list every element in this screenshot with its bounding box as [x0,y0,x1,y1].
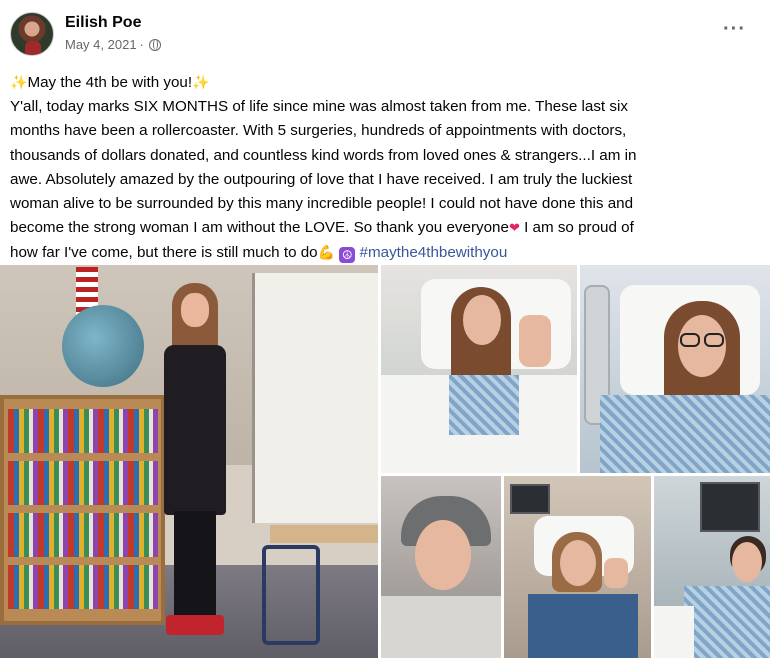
photo-library[interactable] [0,265,378,658]
shelf-books [8,513,158,557]
photo-glasses [704,333,724,347]
photo-desk [270,525,378,543]
photo-hospital-bed[interactable] [381,476,501,658]
photo-globe [62,305,144,387]
photo-hand [519,315,551,367]
sparkle-icon: ✨ [192,74,210,90]
photo-face [732,542,762,582]
globe-icon[interactable] [148,38,161,51]
photo-hand [604,558,628,588]
photo-hospital-icu[interactable] [654,476,770,658]
person-legs [174,511,216,619]
author-name[interactable]: Eilish Poe [65,14,141,32]
photo-face [560,540,596,586]
photo-grid [0,265,770,658]
photo-whiteboard [252,273,378,523]
peace-icon: ☮ [339,247,356,264]
meta-separator: · [139,37,144,52]
photo-gown [449,375,519,435]
shelf-books [8,565,158,609]
more-options-icon[interactable]: ··· [723,18,746,41]
photo-hospital-wave[interactable] [381,265,577,473]
photo-glasses [680,333,700,347]
photo-gown [528,594,638,658]
text-line-5: awe. Absolutely amazed by the outpouring… [10,170,633,188]
facebook-post: Eilish Poe May 4, 2021 · ··· ✨May the 4t… [0,0,770,658]
post-text: ✨May the 4th be with you!✨ Y'all, today … [10,70,760,266]
heart-icon: ❤ [508,220,520,236]
photo-face [415,520,471,590]
text-line-1: ✨May the 4th be with you!✨ [10,74,210,91]
text-line-6: woman alive to be surrounded by this man… [10,195,634,213]
person-shoes [166,615,224,635]
avatar[interactable] [10,12,54,56]
photo-hospital-peace[interactable] [504,476,651,658]
sparkle-icon: ✨ [10,74,28,90]
text-line-4: thousands of dollars donated, and countl… [10,146,637,164]
person-face [181,293,209,327]
photo-monitor [700,482,760,532]
photo-gown [600,395,770,473]
hashtag-link[interactable]: #maythe4thbewithyou [360,244,508,261]
photo-gown [684,586,770,658]
photo-bookshelf [0,395,165,625]
photo-chair [262,545,320,645]
text-line-2: Y'all, today marks SIX MONTHS of life si… [10,98,628,116]
text-line-8: how far I've come, but there is still mu… [10,244,508,264]
person-body [164,345,226,515]
photo-monitor [510,484,550,514]
text-line-3: months have been a rollercoaster. With 5… [10,122,627,140]
photo-face [463,295,501,345]
text-line-7: become the strong woman I am without the… [10,219,634,237]
post-meta: May 4, 2021 · [65,37,161,52]
shelf-books [8,409,158,453]
photo-hospital-smile[interactable] [580,265,770,473]
shelf-books [8,461,158,505]
muscle-icon: 💪 [317,244,336,261]
post-header: Eilish Poe May 4, 2021 · ··· [10,10,760,60]
photo-person [150,283,240,643]
photo-blanket [381,596,501,658]
photo-blanket [654,606,694,658]
post-date[interactable]: May 4, 2021 [65,37,137,52]
